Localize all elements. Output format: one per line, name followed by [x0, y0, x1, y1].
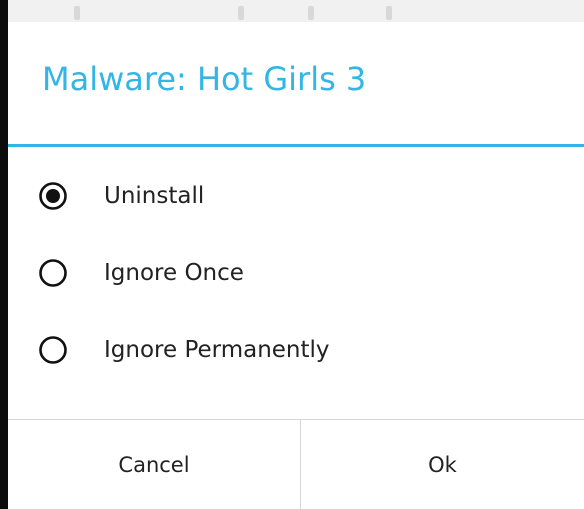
- window-left-edge: [0, 0, 8, 509]
- title-divider: [8, 144, 584, 147]
- radio-unselected-icon[interactable]: [38, 335, 68, 365]
- option-label: Uninstall: [104, 183, 205, 209]
- cancel-button[interactable]: Cancel: [8, 420, 300, 509]
- option-uninstall[interactable]: Uninstall: [38, 176, 204, 216]
- option-ignore-permanently[interactable]: Ignore Permanently: [38, 330, 330, 370]
- background-fragment: [74, 6, 80, 20]
- option-label: Ignore Permanently: [104, 337, 330, 363]
- malware-dialog: Malware: Hot Girls 3 Uninstall Ignore On…: [8, 22, 584, 509]
- radio-unselected-icon[interactable]: [38, 258, 68, 288]
- background-fragment: [308, 6, 314, 20]
- radio-selected-icon[interactable]: [38, 181, 68, 211]
- option-label: Ignore Once: [104, 260, 244, 286]
- background-fragment: [386, 6, 392, 20]
- background-behind-dialog: [8, 0, 584, 22]
- dialog-title: Malware: Hot Girls 3: [42, 60, 367, 98]
- option-ignore-once[interactable]: Ignore Once: [38, 253, 244, 293]
- ok-button[interactable]: Ok: [301, 420, 584, 509]
- background-fragment: [238, 6, 244, 20]
